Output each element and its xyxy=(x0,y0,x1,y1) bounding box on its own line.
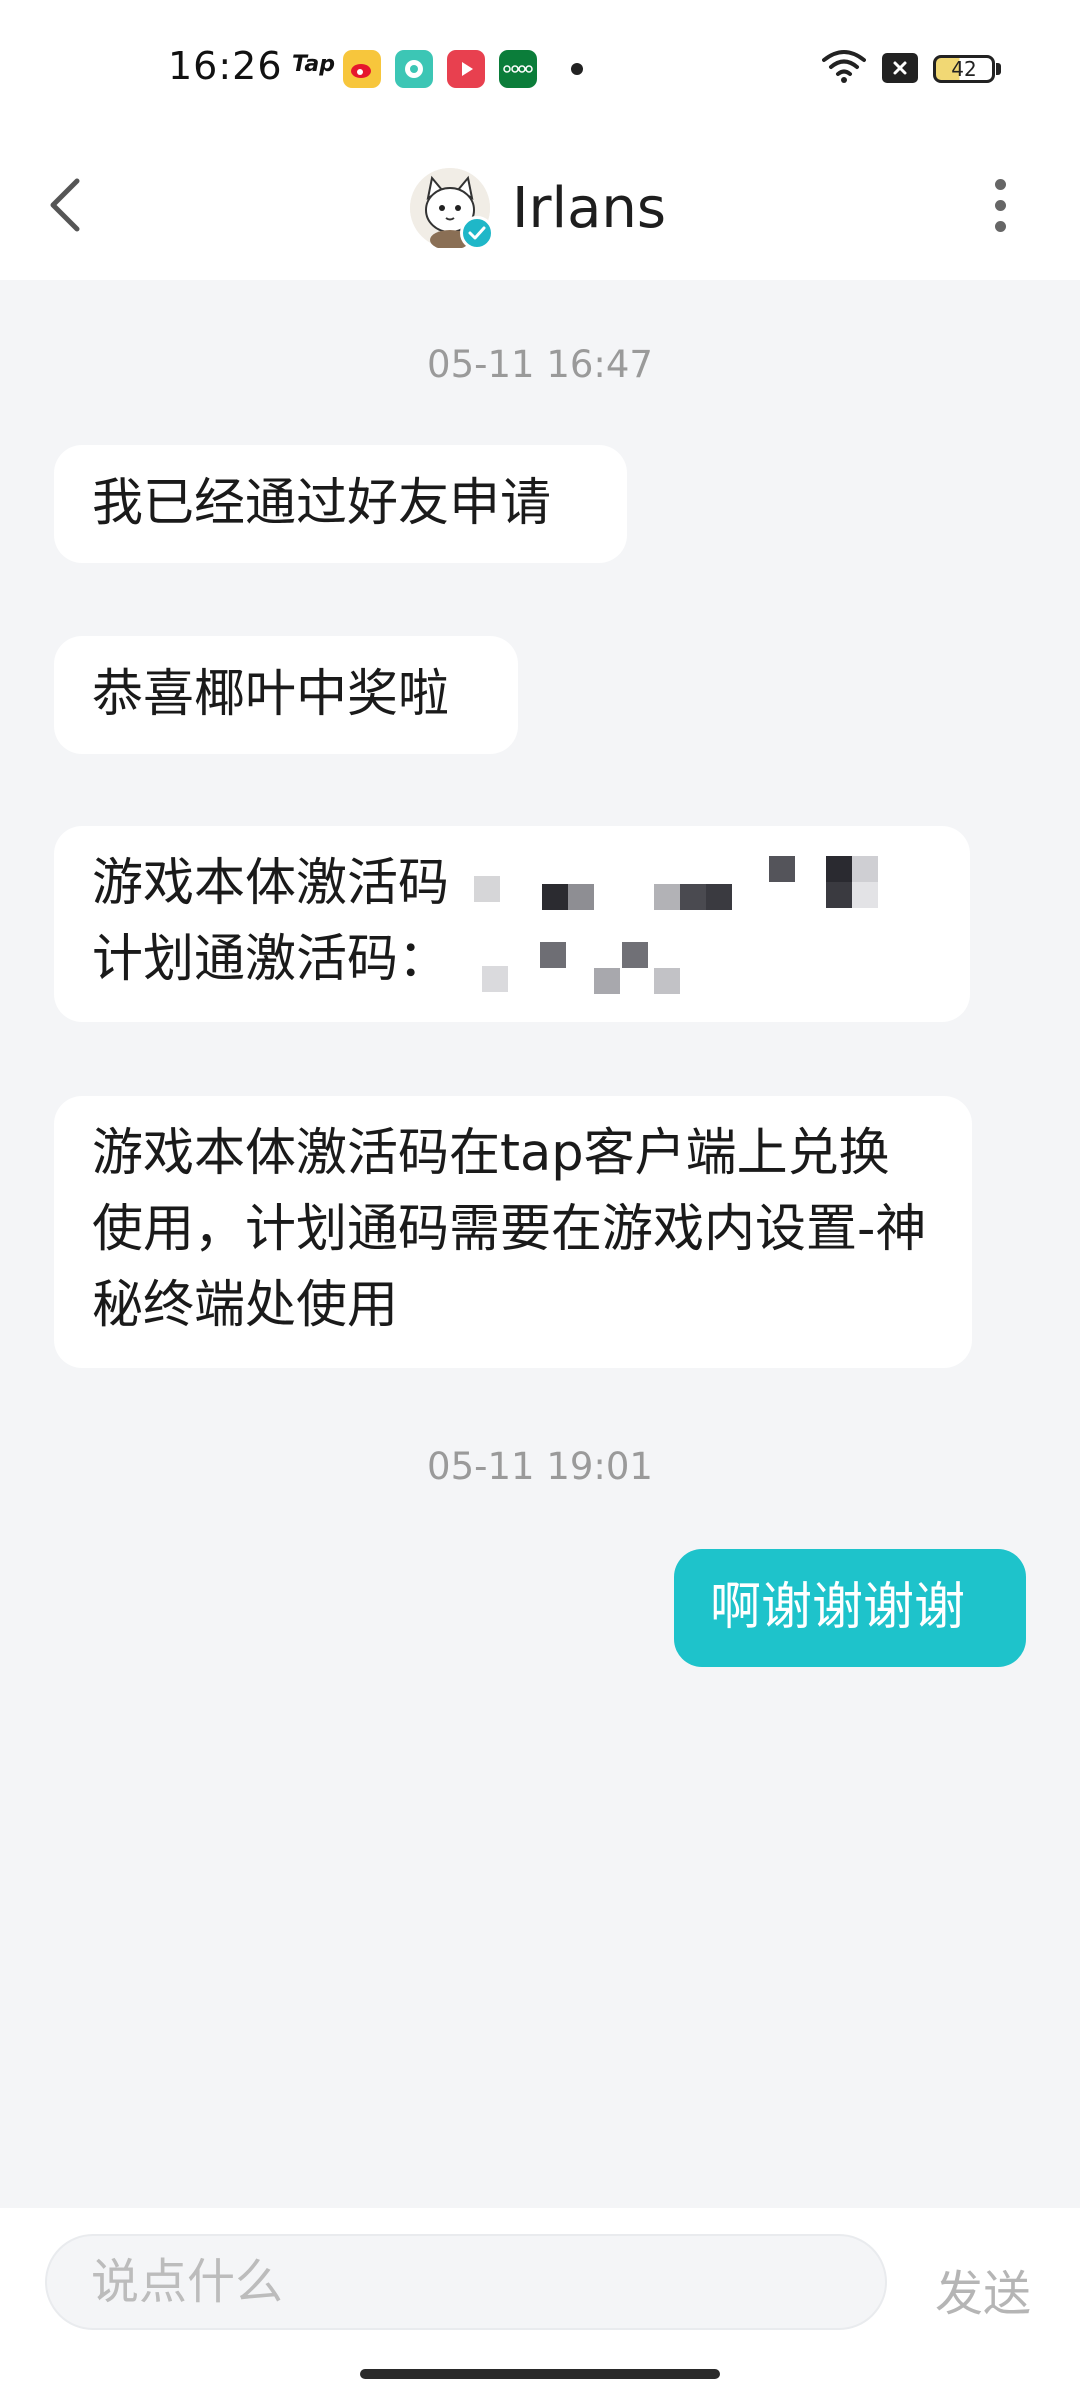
message-text: 恭喜椰叶中奖啦 xyxy=(92,665,450,724)
more-vertical-icon-dot xyxy=(994,199,1006,211)
chevron-left-icon xyxy=(50,178,80,232)
video-app-icon xyxy=(447,50,485,88)
message-text: 啊谢谢谢谢 xyxy=(710,1578,966,1637)
send-button[interactable]: 发送 xyxy=(935,2254,1031,2324)
message-bubble-outgoing[interactable]: 啊谢谢谢谢 xyxy=(674,1549,1026,1667)
message-bubble-incoming[interactable]: 我已经通过好友申请 xyxy=(54,445,627,563)
message-bubble-incoming[interactable]: 游戏本体激活码在tap客户端上兑换使用，计划通码需要在游戏内设置-神秘终端处使用 xyxy=(54,1096,972,1368)
more-options-button[interactable] xyxy=(975,165,1025,245)
tap-icon: Tap xyxy=(292,52,335,77)
more-vertical-icon xyxy=(994,178,1006,190)
status-bar: 16:26 Tap 42 xyxy=(0,0,1080,135)
home-indicator[interactable] xyxy=(360,2369,720,2379)
battery-icon: 42 xyxy=(933,55,995,83)
verified-badge-icon xyxy=(460,216,494,250)
oppo-icon xyxy=(499,50,537,88)
back-button[interactable] xyxy=(30,165,100,245)
timestamp: 05-11 16:47 xyxy=(427,343,653,386)
weibo-icon xyxy=(343,50,381,88)
message-text: 我已经通过好友申请 xyxy=(92,474,552,533)
battery-tip xyxy=(996,63,1001,75)
more-notifications-dot xyxy=(571,63,583,75)
message-input[interactable]: 说点什么 xyxy=(45,2234,887,2330)
message-text-line: 计划通激活码： xyxy=(92,930,450,989)
contact-name[interactable]: Irlans xyxy=(512,176,666,241)
message-text-line: 游戏本体激活码 xyxy=(92,854,450,913)
chat-app-icon xyxy=(395,50,433,88)
timestamp: 05-11 19:01 xyxy=(427,1445,653,1488)
message-bubble-incoming[interactable]: 游戏本体激活码 计划通激活码： xyxy=(54,826,970,1022)
more-vertical-icon-dot xyxy=(994,220,1006,232)
chat-header: Irlans xyxy=(0,135,1080,280)
avatar[interactable] xyxy=(410,168,494,250)
message-bubble-incoming[interactable]: 恭喜椰叶中奖啦 xyxy=(54,636,518,754)
status-time: 16:26 xyxy=(168,44,283,88)
no-sim-icon xyxy=(882,53,918,83)
message-text: 游戏本体激活码在tap客户端上兑换使用，计划通码需要在游戏内设置-神秘终端处使用 xyxy=(92,1124,927,1335)
contact-info[interactable]: Irlans xyxy=(410,153,666,263)
wifi-icon xyxy=(822,48,866,88)
